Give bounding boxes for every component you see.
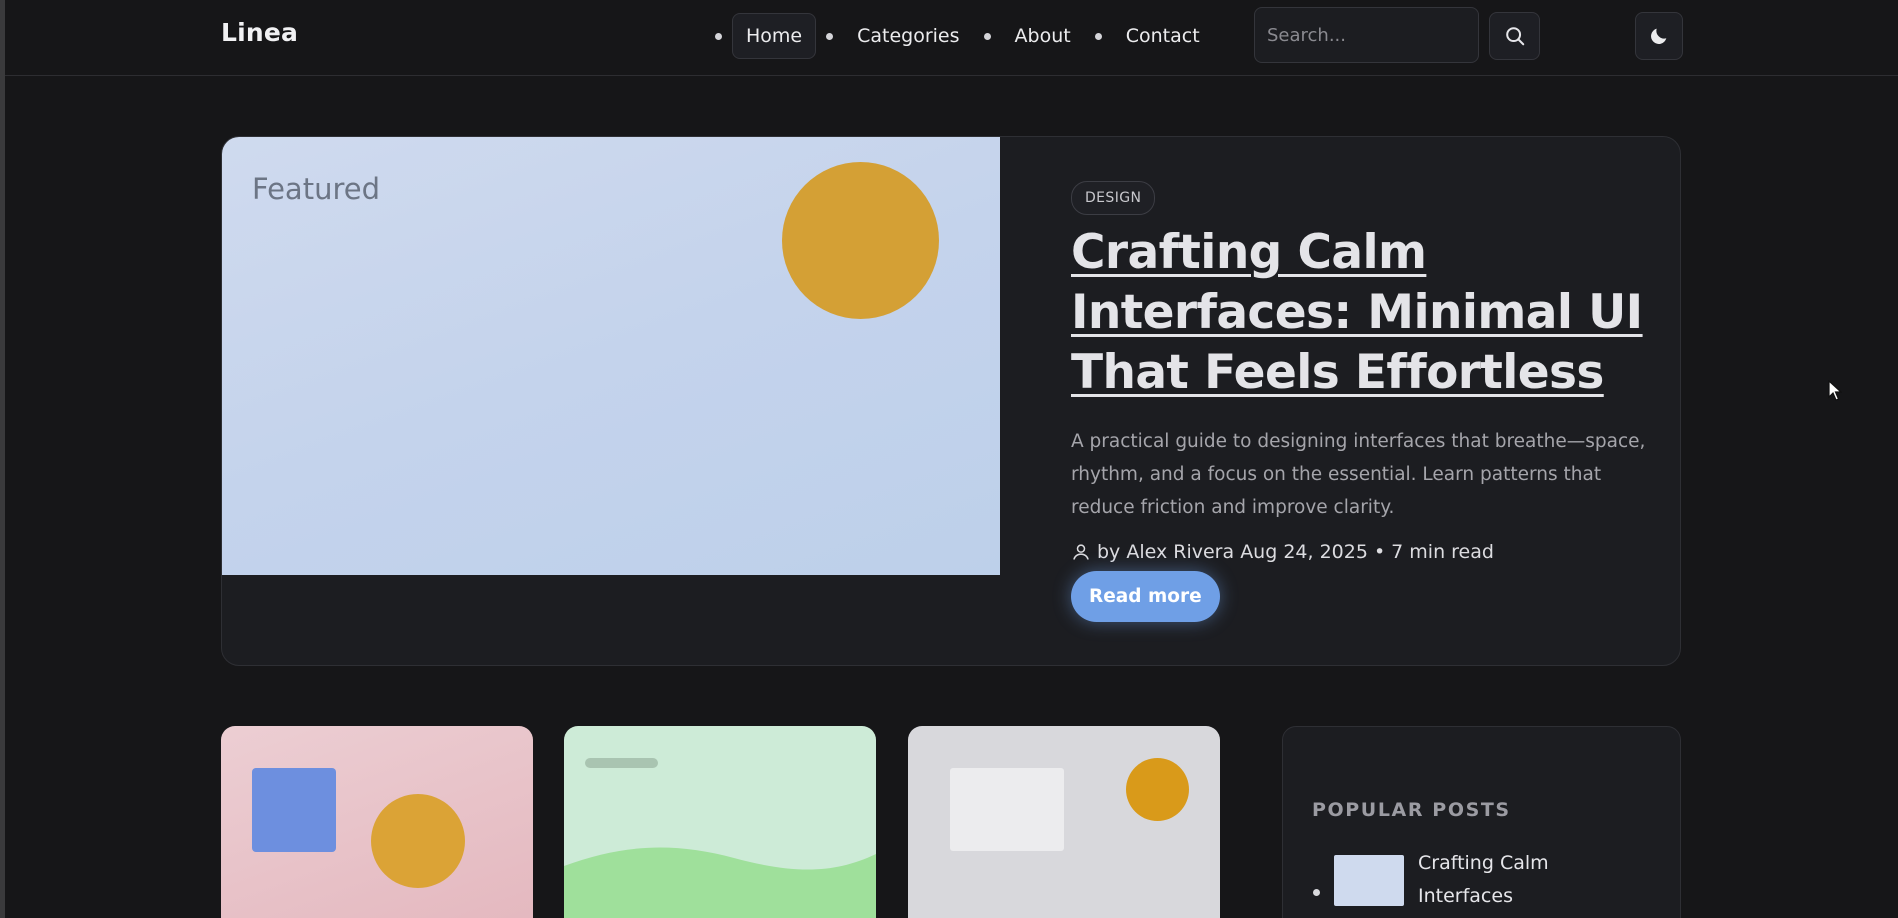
sidebar-title: POPULAR POSTS: [1312, 799, 1511, 821]
featured-content: DESIGN Crafting Calm Interfaces: Minimal…: [1071, 181, 1651, 622]
bar-illustration: [585, 758, 658, 768]
post-date: Aug 24, 2025: [1240, 541, 1368, 563]
post-author: by Alex Rivera: [1097, 541, 1235, 563]
popular-posts-sidebar: POPULAR POSTS Crafting Calm Interfaces: [1282, 726, 1681, 918]
search-input[interactable]: [1254, 7, 1479, 63]
theme-toggle-button[interactable]: [1635, 12, 1683, 60]
nav-bullet: [715, 32, 722, 40]
featured-label: Featured: [252, 172, 380, 206]
popular-post-thumbnail[interactable]: [1334, 854, 1404, 906]
rectangle-illustration: [950, 768, 1064, 851]
category-tag[interactable]: DESIGN: [1071, 181, 1156, 215]
moon-icon: [1651, 28, 1667, 44]
user-icon: [1071, 542, 1091, 562]
nav-bullet: [826, 32, 834, 40]
nav-home[interactable]: Home: [732, 13, 817, 59]
post-card[interactable]: [221, 726, 533, 918]
wave-illustration: [564, 847, 876, 918]
square-illustration: [252, 768, 336, 852]
nav-contact[interactable]: Contact: [1112, 13, 1214, 59]
nav-about[interactable]: About: [1001, 13, 1085, 59]
circle-illustration: [371, 794, 465, 888]
popular-post-item[interactable]: Crafting Calm Interfaces: [1313, 847, 1558, 913]
site-logo[interactable]: Linea: [221, 18, 298, 47]
popular-posts-list: Crafting Calm Interfaces: [1313, 847, 1558, 913]
window-edge: [0, 0, 5, 918]
post-card[interactable]: [908, 726, 1220, 918]
search-icon: [1505, 27, 1524, 46]
mouse-cursor-icon: [1828, 380, 1842, 401]
featured-title[interactable]: Crafting Calm Interfaces: Minimal UI Tha…: [1071, 223, 1651, 403]
nav-categories[interactable]: Categories: [843, 13, 973, 59]
post-card[interactable]: [564, 726, 876, 918]
featured-post-card: Featured DESIGN Crafting Calm Interfaces…: [221, 136, 1681, 666]
nav-bullet: [983, 32, 991, 40]
meta-separator: •: [1373, 541, 1386, 563]
sun-illustration: [782, 162, 939, 319]
featured-excerpt: A practical guide to designing interface…: [1071, 431, 1646, 518]
read-time: 7 min read: [1391, 541, 1494, 563]
read-more-button[interactable]: Read more: [1071, 571, 1220, 622]
circle-illustration: [1126, 758, 1189, 821]
featured-image[interactable]: Featured: [222, 137, 1000, 575]
nav-bullet: [1094, 32, 1102, 40]
list-bullet: [1313, 888, 1320, 896]
main-nav: Home Categories About Contact: [705, 12, 1214, 60]
popular-post-title[interactable]: Crafting Calm Interfaces: [1418, 847, 1558, 913]
post-meta: by Alex Rivera Aug 24, 2025 • 7 min read: [1071, 541, 1651, 563]
site-header: Linea Home Categories About Contact: [5, 0, 1898, 76]
search-button[interactable]: [1489, 12, 1540, 60]
